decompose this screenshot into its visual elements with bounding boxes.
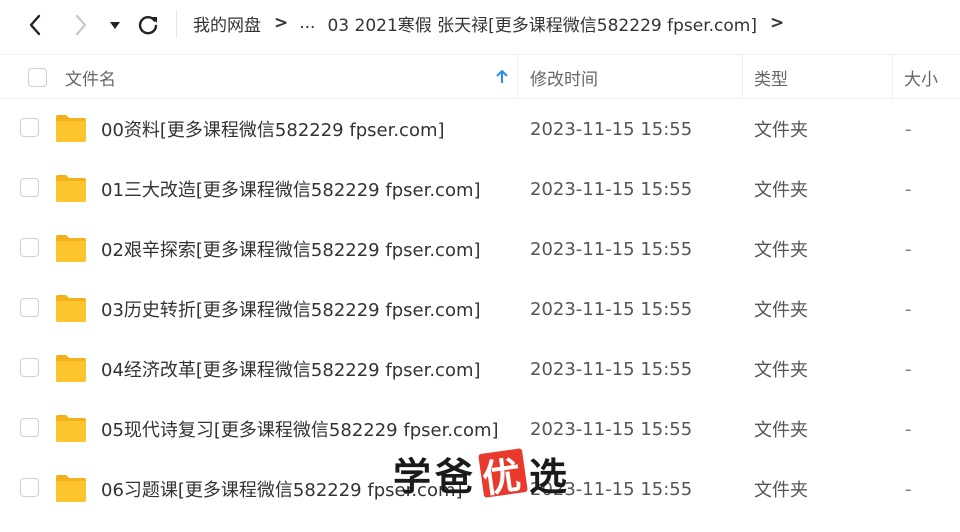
file-modified-time: 2023-11-15 15:55 bbox=[530, 238, 693, 260]
folder-icon bbox=[56, 235, 86, 262]
file-type: 文件夹 bbox=[754, 360, 808, 381]
column-divider[interactable] bbox=[742, 55, 743, 99]
file-size: - bbox=[905, 358, 912, 380]
file-type: 文件夹 bbox=[754, 120, 808, 141]
file-size: - bbox=[905, 118, 912, 140]
row-checkbox[interactable] bbox=[20, 298, 39, 317]
file-type: 文件夹 bbox=[754, 300, 808, 321]
file-size: - bbox=[905, 238, 912, 260]
file-name[interactable]: 00资料[更多课程微信582229 fpser.com] bbox=[101, 99, 445, 159]
table-row[interactable]: 02艰辛探索[更多课程微信582229 fpser.com] 2023-11-1… bbox=[0, 219, 960, 279]
row-checkbox[interactable] bbox=[20, 418, 39, 437]
select-all-checkbox[interactable] bbox=[28, 67, 47, 87]
table-row[interactable]: 00资料[更多课程微信582229 fpser.com] 2023-11-15 … bbox=[0, 99, 960, 159]
row-checkbox[interactable] bbox=[20, 118, 39, 137]
back-button[interactable] bbox=[20, 10, 50, 40]
file-type: 文件夹 bbox=[754, 180, 808, 201]
folder-icon bbox=[56, 115, 86, 142]
row-checkbox[interactable] bbox=[20, 478, 39, 497]
file-name[interactable]: 03历史转折[更多课程微信582229 fpser.com] bbox=[101, 279, 481, 339]
toolbar: 我的网盘 > ... 03 2021寒假 张天禄[更多课程微信582229 fp… bbox=[0, 0, 960, 48]
column-header-modified-label: 修改时间 bbox=[530, 69, 598, 90]
select-all-cell bbox=[28, 55, 47, 99]
history-dropdown-button[interactable] bbox=[103, 10, 127, 40]
table-row[interactable]: 01三大改造[更多课程微信582229 fpser.com] 2023-11-1… bbox=[0, 159, 960, 219]
breadcrumb-expand-icon[interactable]: > bbox=[770, 13, 784, 33]
refresh-button[interactable] bbox=[133, 10, 163, 40]
file-name[interactable]: 02艰辛探索[更多课程微信582229 fpser.com] bbox=[101, 219, 481, 279]
column-header-modified[interactable]: 修改时间 bbox=[530, 55, 730, 99]
column-header-size[interactable]: 大小 bbox=[904, 55, 960, 99]
watermark-logo: 学爸 优 选 bbox=[393, 448, 572, 501]
column-header-type[interactable]: 类型 bbox=[754, 55, 884, 99]
file-size: - bbox=[905, 478, 912, 500]
file-modified-time: 2023-11-15 15:55 bbox=[530, 298, 693, 320]
column-header-name-label: 文件名 bbox=[65, 69, 116, 90]
file-type: 文件夹 bbox=[754, 480, 808, 501]
breadcrumb-root[interactable]: 我的网盘 bbox=[193, 11, 261, 36]
file-list-header: 文件名 修改时间 类型 大小 bbox=[0, 54, 960, 99]
file-type: 文件夹 bbox=[754, 420, 808, 441]
folder-icon bbox=[56, 475, 86, 502]
watermark-text-part3: 选 bbox=[529, 454, 572, 499]
file-name[interactable]: 04经济改革[更多课程微信582229 fpser.com] bbox=[101, 339, 481, 399]
chevron-left-icon bbox=[29, 14, 41, 36]
column-divider[interactable] bbox=[892, 55, 893, 99]
file-modified-time: 2023-11-15 15:55 bbox=[530, 358, 693, 380]
column-header-size-label: 大小 bbox=[904, 69, 938, 90]
folder-icon bbox=[56, 415, 86, 442]
file-modified-time: 2023-11-15 15:55 bbox=[530, 178, 693, 200]
file-size: - bbox=[905, 298, 912, 320]
breadcrumb-current[interactable]: 03 2021寒假 张天禄[更多课程微信582229 fpser.com] bbox=[327, 11, 757, 36]
folder-icon bbox=[56, 355, 86, 382]
file-size: - bbox=[905, 418, 912, 440]
row-checkbox[interactable] bbox=[20, 178, 39, 197]
forward-button[interactable] bbox=[66, 10, 96, 40]
refresh-icon bbox=[138, 16, 158, 35]
file-name[interactable]: 01三大改造[更多课程微信582229 fpser.com] bbox=[101, 159, 481, 219]
breadcrumb-ellipsis[interactable]: ... bbox=[299, 13, 315, 33]
column-header-type-label: 类型 bbox=[754, 69, 788, 90]
file-size: - bbox=[905, 178, 912, 200]
caret-down-icon bbox=[110, 22, 120, 29]
column-divider[interactable] bbox=[517, 55, 518, 99]
breadcrumb-separator-icon: > bbox=[274, 13, 289, 33]
file-modified-time: 2023-11-15 15:55 bbox=[530, 118, 693, 140]
column-header-name[interactable]: 文件名 bbox=[65, 55, 515, 99]
arrow-up-icon[interactable] bbox=[495, 69, 509, 85]
folder-icon bbox=[56, 295, 86, 322]
breadcrumb: 我的网盘 > ... 03 2021寒假 张天禄[更多课程微信582229 fp… bbox=[193, 0, 795, 46]
row-checkbox[interactable] bbox=[20, 238, 39, 257]
watermark-text-part2: 优 bbox=[478, 448, 528, 501]
chevron-right-icon bbox=[75, 14, 87, 36]
file-type: 文件夹 bbox=[754, 240, 808, 261]
table-row[interactable]: 04经济改革[更多课程微信582229 fpser.com] 2023-11-1… bbox=[0, 339, 960, 399]
watermark-text-part1: 学爸 bbox=[393, 454, 478, 499]
folder-icon bbox=[56, 175, 86, 202]
row-checkbox[interactable] bbox=[20, 358, 39, 377]
table-row[interactable]: 03历史转折[更多课程微信582229 fpser.com] 2023-11-1… bbox=[0, 279, 960, 339]
toolbar-divider bbox=[176, 10, 177, 38]
